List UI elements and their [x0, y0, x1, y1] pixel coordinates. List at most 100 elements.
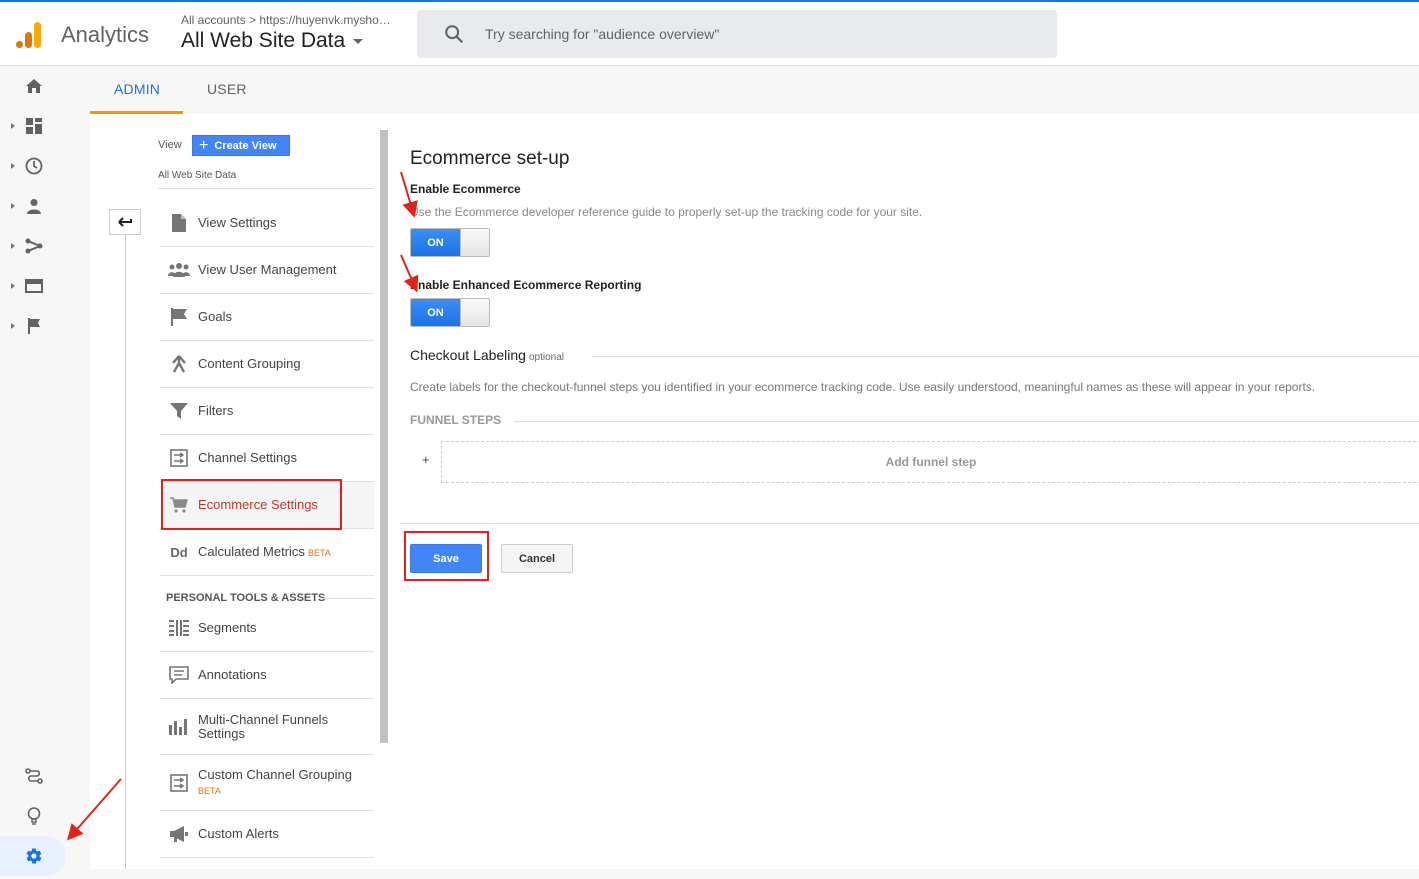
menu-item-label: Content Grouping — [198, 356, 301, 371]
menu-item-label: Multi-Channel Funnels — [198, 711, 329, 727]
enhanced-ecommerce-label: Enable Enhanced Ecommerce Reporting — [410, 278, 642, 292]
menu-item-view-settings[interactable]: View Settings — [160, 200, 374, 247]
create-view-label: Create View — [214, 139, 277, 152]
menu-item-label: Custom Alerts — [198, 826, 279, 841]
checkout-labeling-title: Checkout Labeling optional — [410, 347, 564, 363]
tab-user[interactable]: USER — [207, 81, 247, 97]
content-grouping-icon — [160, 355, 198, 373]
funnel-steps-heading: FUNNEL STEPS — [410, 413, 502, 427]
app-name: Analytics — [61, 22, 150, 47]
left-navigation — [0, 66, 68, 879]
clock-icon[interactable] — [24, 156, 44, 176]
person-icon[interactable] — [24, 196, 44, 216]
menu-item-calculated-metrics[interactable]: Dd Calculated Metrics BETA — [160, 529, 374, 576]
menu-item-custom-alerts[interactable]: Custom Alerts — [160, 811, 374, 858]
chevron-down-icon — [353, 38, 364, 44]
menu-item-label: Channel Settings — [198, 450, 298, 465]
menu-item-annotations[interactable]: Annotations — [160, 652, 374, 699]
menu-item-custom-channel-grouping[interactable]: Custom Channel Grouping BETA — [160, 755, 374, 811]
divider — [320, 598, 374, 599]
divider — [158, 188, 374, 189]
tab-admin[interactable]: ADMIN — [114, 81, 160, 97]
people-icon — [160, 263, 198, 277]
divider — [592, 356, 1419, 357]
megaphone-icon — [160, 826, 198, 842]
search-bar[interactable] — [417, 10, 1057, 58]
account-breadcrumb[interactable]: All accounts > https://huyenvk.mysho… — [181, 13, 391, 27]
menu-item-label: View User Management — [198, 262, 337, 277]
back-button[interactable] — [109, 209, 141, 235]
expand-caret-icon[interactable] — [11, 123, 15, 129]
document-icon — [160, 214, 198, 232]
column-divider — [125, 224, 126, 869]
menu-item-content-grouping[interactable]: Content Grouping — [160, 341, 374, 388]
optional-tag: optional — [528, 352, 565, 363]
enhanced-ecommerce-toggle[interactable]: ON — [410, 298, 490, 327]
menu-item-label: View Settings — [198, 215, 277, 230]
highlight-box — [404, 531, 489, 581]
flag-icon[interactable] — [24, 316, 44, 336]
property-name: All Web Site Data — [181, 29, 346, 52]
view-name[interactable]: All Web Site Data — [158, 170, 236, 181]
menu-item-label-line2: Settings — [198, 725, 245, 741]
annotation-icon — [160, 666, 198, 684]
menu-item-multi-channel-funnels-settings[interactable]: Multi-Channel Funnels Settings — [160, 699, 374, 755]
home-icon[interactable] — [24, 76, 44, 96]
search-input[interactable] — [485, 24, 1025, 44]
toggle-knob — [460, 229, 489, 256]
lightbulb-icon[interactable] — [24, 806, 44, 826]
expand-caret-icon[interactable] — [11, 203, 15, 209]
page-title: Ecommerce set-up — [410, 148, 570, 169]
add-funnel-step-button[interactable]: Add funnel step — [441, 441, 1419, 483]
customization-icon[interactable] — [24, 116, 44, 136]
view-label: View — [158, 139, 182, 151]
menu-item-label: Custom Channel Grouping — [198, 766, 352, 782]
filter-icon — [160, 403, 198, 419]
toggle-on-label: ON — [411, 299, 460, 326]
acquisition-icon[interactable] — [24, 236, 44, 256]
attribution-icon[interactable] — [24, 766, 44, 786]
cancel-button[interactable]: Cancel — [501, 544, 573, 573]
search-icon — [445, 25, 464, 44]
expand-caret-icon[interactable] — [11, 163, 15, 169]
section-heading: PERSONAL TOOLS & ASSETS — [166, 592, 326, 604]
menu-item-label: Calculated Metrics — [198, 543, 305, 559]
checkout-labeling-label: Checkout Labeling — [410, 347, 526, 363]
property-selector[interactable]: All Web Site Data — [181, 29, 364, 53]
menu-item-segments[interactable]: Segments — [160, 605, 374, 652]
flag-icon — [160, 308, 198, 326]
expand-caret-icon[interactable] — [11, 243, 15, 249]
back-arrow-icon — [118, 217, 132, 227]
behavior-icon[interactable] — [24, 276, 44, 296]
menu-item-goals[interactable]: Goals — [160, 294, 374, 341]
bar-chart-icon — [160, 718, 198, 735]
menu-item-label: Filters — [198, 403, 234, 418]
enable-ecommerce-help: Use the Ecommerce developer reference gu… — [410, 205, 923, 219]
enable-ecommerce-label: Enable Ecommerce — [410, 182, 521, 196]
menu-item-view-user-management[interactable]: View User Management — [160, 247, 374, 294]
checkout-labeling-help: Create labels for the checkout-funnel st… — [410, 380, 1316, 394]
gear-icon[interactable] — [24, 846, 44, 866]
admin-tabs: ADMIN USER — [90, 66, 1419, 114]
plus-icon: + — [199, 136, 209, 154]
highlight-box — [161, 479, 342, 530]
create-view-button[interactable]: + Create View — [192, 135, 290, 156]
dd-icon: Dd — [170, 544, 188, 560]
toggle-knob — [460, 299, 489, 326]
enable-ecommerce-toggle[interactable]: ON — [410, 228, 490, 257]
menu-item-label: Goals — [198, 309, 232, 324]
channel-icon — [160, 449, 198, 467]
scrollbar[interactable] — [380, 130, 388, 743]
menu-item-channel-settings[interactable]: Channel Settings — [160, 435, 374, 482]
beta-badge: BETA — [198, 785, 221, 796]
menu-item-filters[interactable]: Filters — [160, 388, 374, 435]
beta-badge: BETA — [307, 547, 331, 558]
menu-item-label: Segments — [198, 620, 257, 635]
expand-caret-icon[interactable] — [11, 283, 15, 289]
expand-caret-icon[interactable] — [11, 323, 15, 329]
app-header: Analytics All accounts > https://huyenvk… — [0, 2, 1419, 66]
channel-icon — [160, 773, 198, 792]
analytics-logo-icon[interactable] — [14, 20, 44, 50]
admin-panel: View + Create View All Web Site Data View… — [90, 114, 1419, 869]
plus-icon[interactable]: + — [422, 452, 430, 467]
